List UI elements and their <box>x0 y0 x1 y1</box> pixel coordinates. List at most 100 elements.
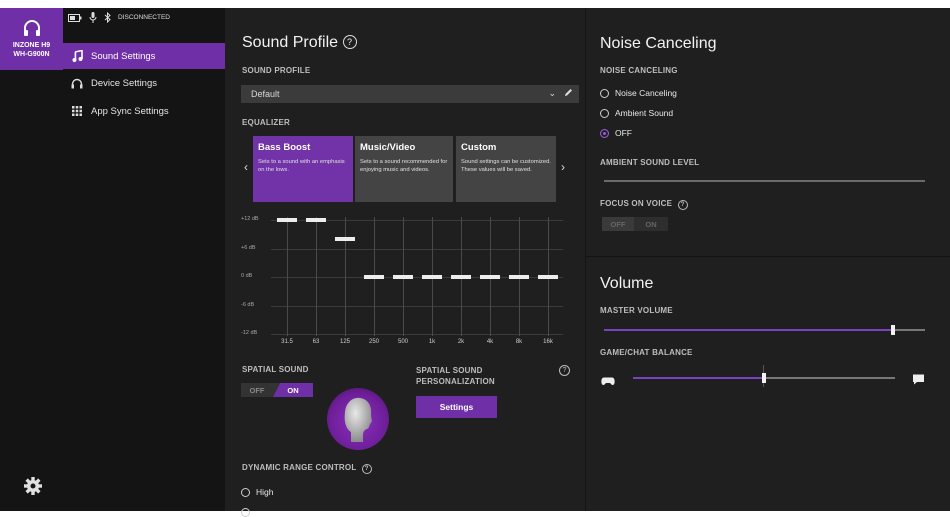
eq-band-knob[interactable] <box>277 218 297 222</box>
sidebar-item-sound-settings[interactable]: Sound Settings <box>63 43 225 69</box>
eq-frequency-label: 250 <box>368 339 379 345</box>
headset-icon <box>23 20 40 36</box>
equalizer-graph: +12 dB +6 dB 0 dB -6 dB -12 dB 31.5 63 125 250 50… <box>241 212 563 349</box>
panel-title: Sound Profile ? <box>242 34 357 52</box>
battery-icon <box>68 13 82 22</box>
eq-band-knob[interactable] <box>422 275 442 279</box>
radio-circle <box>241 487 250 497</box>
noise-option-off[interactable]: OFF <box>600 128 632 138</box>
eq-band-knob[interactable] <box>306 218 326 222</box>
eq-band-knob[interactable] <box>451 275 471 279</box>
eq-frequency-label: 500 <box>397 339 408 345</box>
noise-option-ambient-sound[interactable]: Ambient Sound <box>600 108 673 118</box>
preset-card-custom[interactable]: Custom Sound settings can be customized.… <box>456 136 556 202</box>
help-icon[interactable]: ? <box>361 464 372 474</box>
preset-desc: Sets to a sound recommended for enjoying… <box>360 159 448 173</box>
device-tile[interactable]: INZONE H9 WH-G900N <box>0 8 63 70</box>
radio-label: High <box>256 487 274 497</box>
sidebar-item-label: Device Settings <box>91 77 158 89</box>
eq-band-knob[interactable] <box>509 275 529 279</box>
equalizer-caption: EQUALIZER <box>242 118 291 127</box>
chat-bubble-icon <box>912 372 925 390</box>
sidebar-item-label: App Sync Settings <box>91 105 169 117</box>
preset-card-music-video[interactable]: Music/Video Sets to a sound recommended … <box>355 136 453 202</box>
focus-voice-toggle[interactable]: OFF ON <box>602 217 668 231</box>
eq-band-knob[interactable] <box>364 275 384 279</box>
chevron-down-icon[interactable]: ⌄ <box>548 88 556 99</box>
head-avatar <box>327 388 389 450</box>
drc-option-radio-partial[interactable] <box>241 508 250 517</box>
sidebar-item-app-sync-settings[interactable]: App Sync Settings <box>63 98 225 124</box>
preset-prev-arrow-icon[interactable]: ‹ <box>244 160 248 174</box>
sound-profile-select[interactable]: Default ⌄ <box>241 85 579 103</box>
focus-caption-text: FOCUS ON VOICE <box>600 199 673 208</box>
slider-thumb[interactable] <box>890 325 895 335</box>
eq-frequency-label: 63 <box>312 339 320 345</box>
caption-line: PERSONALIZATION <box>416 377 495 386</box>
eq-band-knob[interactable] <box>335 237 355 241</box>
focus-voice-caption: FOCUS ON VOICE ? <box>600 199 688 210</box>
help-icon[interactable]: ? <box>559 365 570 376</box>
eq-level-label: -6 dB <box>241 301 255 308</box>
eq-level-label: -12 dB <box>241 330 258 336</box>
ambient-level-caption: AMBIENT SOUND LEVEL <box>600 158 700 167</box>
volume-panel: Volume MASTER VOLUME GAME/CHAT BALANCE <box>586 257 950 511</box>
slider-thumb[interactable] <box>762 373 766 383</box>
eq-band-track[interactable] <box>316 217 317 336</box>
preset-desc: Sound settings can be customized. These … <box>461 159 551 173</box>
master-volume-caption: MASTER VOLUME <box>600 306 673 315</box>
music-note-icon <box>69 50 85 62</box>
toggle-off-label: OFF <box>249 385 265 395</box>
sidebar-item-label: Sound Settings <box>91 50 156 62</box>
radio-circle <box>600 108 609 118</box>
volume-title: Volume <box>600 275 654 292</box>
eq-level-label: +12 dB <box>241 216 259 222</box>
noise-canceling-panel: Noise Canceling NOISE CANCELING Noise Ca… <box>586 8 950 256</box>
drc-option-high[interactable]: High <box>241 487 273 497</box>
sound-profile-caption: SOUND PROFILE <box>242 66 311 75</box>
preset-card-bass-boost[interactable]: Bass Boost Sets to a sound with an empha… <box>253 136 353 202</box>
radio-label: Ambient Sound <box>615 108 674 118</box>
eq-frequency-label: 2k <box>457 339 465 345</box>
eq-band-track[interactable] <box>345 217 346 336</box>
preset-next-arrow-icon[interactable]: › <box>561 160 565 174</box>
eq-frequency-label: 16k <box>543 339 553 345</box>
drc-caption-text: DYNAMIC RANGE CONTROL <box>242 463 357 472</box>
eq-band-knob[interactable] <box>480 275 500 279</box>
window-top-strip <box>0 0 950 8</box>
game-chat-balance-slider[interactable] <box>633 365 895 387</box>
sidebar-item-device-settings[interactable]: Device Settings <box>63 70 225 96</box>
preset-title: Custom <box>461 142 497 153</box>
slider-fill <box>633 377 764 379</box>
help-icon[interactable]: ? <box>677 200 688 210</box>
eq-frequency-label: 31.5 <box>281 339 293 345</box>
eq-band-track[interactable] <box>287 217 288 336</box>
eq-frequency-label: 4k <box>486 339 494 345</box>
eq-band-knob[interactable] <box>393 275 413 279</box>
eq-level-label: 0 dB <box>241 273 253 279</box>
noise-caption: NOISE CANCELING <box>600 66 678 75</box>
eq-frequency-label: 8k <box>515 339 523 345</box>
eq-level-label: +6 dB <box>241 244 256 251</box>
eq-frequency-label: 1k <box>428 339 436 345</box>
pencil-icon[interactable] <box>564 88 573 99</box>
radio-label: OFF <box>615 128 632 138</box>
help-icon[interactable]: ? <box>342 35 357 49</box>
drc-caption: DYNAMIC RANGE CONTROL ? <box>242 463 372 474</box>
ambient-level-slider[interactable] <box>604 180 925 182</box>
app-settings-gear-icon[interactable] <box>23 476 43 501</box>
slider-fill <box>604 329 893 331</box>
eq-band-knob[interactable] <box>538 275 558 279</box>
gamepad-icon <box>601 373 615 391</box>
noise-option-noise-canceling[interactable]: Noise Canceling <box>600 88 677 98</box>
preset-title: Music/Video <box>360 142 416 153</box>
balance-caption: GAME/CHAT BALANCE <box>600 348 693 357</box>
caption-line: SPATIAL SOUND <box>416 366 483 375</box>
spatial-sound-toggle[interactable]: OFF ON <box>241 383 313 397</box>
selected-profile: Default <box>251 89 280 99</box>
connection-status: DISCONNECTED <box>118 14 171 21</box>
master-volume-slider[interactable] <box>604 325 925 335</box>
bluetooth-icon <box>104 12 111 23</box>
headphones-icon <box>69 78 85 89</box>
personalization-settings-button[interactable]: Settings <box>416 396 497 418</box>
